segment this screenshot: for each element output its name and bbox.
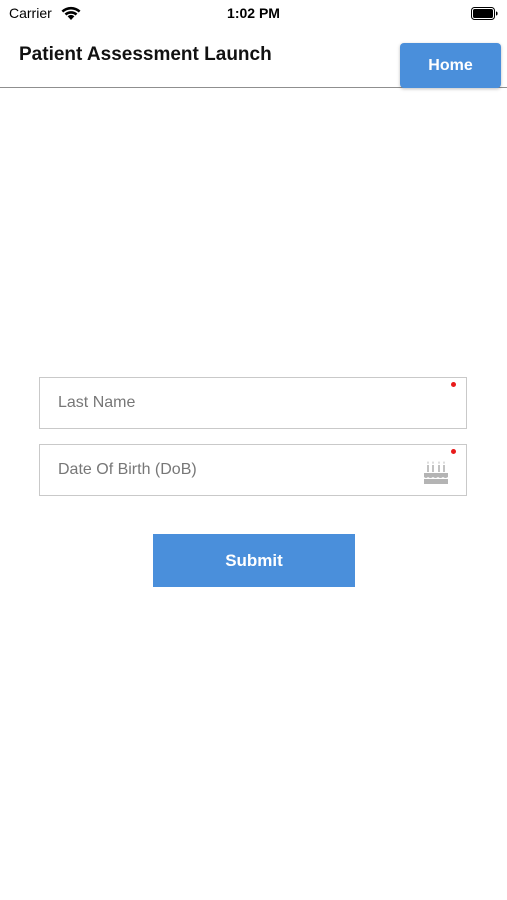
status-time: 1:02 PM [227,5,280,21]
last-name-field[interactable] [39,377,467,429]
app-header: Patient Assessment Launch Home [0,28,507,88]
birthday-cake-icon[interactable] [422,458,450,486]
date-of-birth-field[interactable] [39,444,467,496]
battery-icon [471,7,498,20]
required-indicator-icon [451,449,456,454]
home-button[interactable]: Home [400,43,501,88]
date-of-birth-input[interactable] [40,445,466,495]
required-indicator-icon [451,382,456,387]
submit-button[interactable]: Submit [153,534,355,587]
last-name-input[interactable] [40,378,466,428]
status-bar: Carrier 1:02 PM [0,0,507,28]
page-title: Patient Assessment Launch [19,44,272,65]
